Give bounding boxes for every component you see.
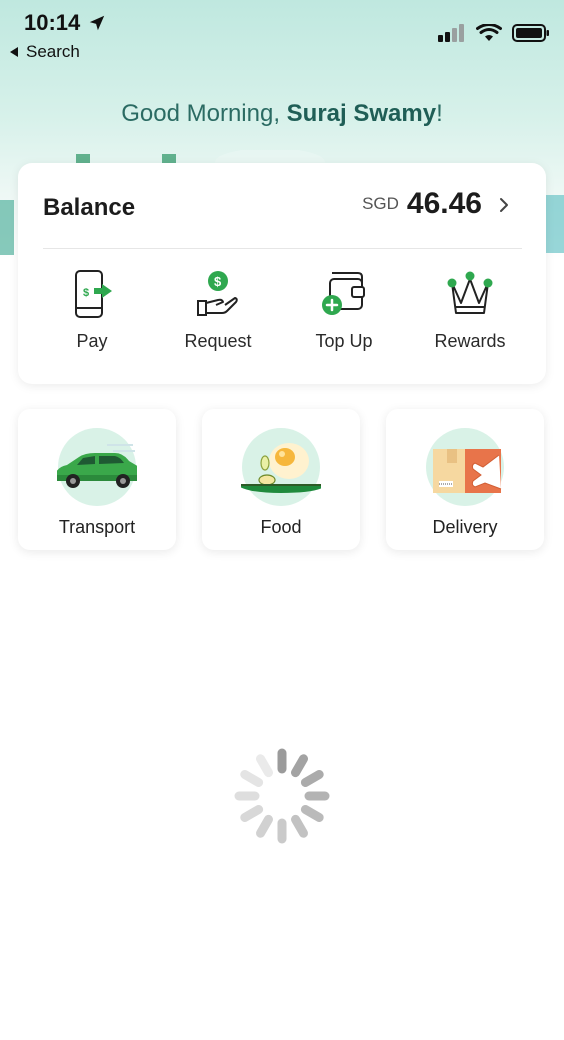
location-arrow-icon (89, 15, 105, 31)
chevron-right-icon[interactable] (498, 196, 510, 214)
car-icon (57, 428, 137, 506)
balance-amount-link[interactable]: SGD 46.46 (362, 187, 482, 221)
back-triangle-icon (10, 47, 18, 57)
user-name: Suraj Swamy (286, 100, 437, 127)
top-up-wallet-icon (322, 272, 365, 315)
wallet-actions: $ Pay $ Request Top Up Rewards (18, 269, 546, 369)
food-label: Food (260, 517, 302, 537)
delivery-label: Delivery (432, 517, 498, 537)
wifi-icon (476, 24, 502, 41)
battery-icon (512, 24, 549, 42)
greeting-prefix: Good Morning, (121, 100, 287, 127)
pay-phone-icon: $ (75, 270, 112, 318)
transport-tile[interactable]: Transport (18, 409, 176, 550)
greeting-suffix: ! (436, 100, 443, 127)
loading-spinner-icon (234, 748, 330, 844)
svg-text:$: $ (214, 274, 222, 289)
food-plate-icon (241, 428, 321, 506)
food-tile[interactable]: Food (202, 409, 360, 550)
crown-icon (447, 271, 493, 314)
top-up-label: Top Up (315, 331, 373, 351)
delivery-tile[interactable]: Delivery (386, 409, 544, 550)
greeting-text: Good Morning, Suraj Swamy! (0, 100, 564, 128)
pay-button[interactable]: $ Pay (29, 269, 155, 359)
balance-label: Balance (43, 194, 136, 221)
clock-time: 10:14 (24, 10, 81, 35)
package-icon (426, 428, 504, 506)
request-label: Request (184, 331, 252, 351)
status-bar: 10:14 Search (0, 0, 564, 70)
cellular-signal-icon (438, 24, 464, 42)
back-link-label: Search (26, 42, 80, 61)
status-indicators (438, 24, 550, 42)
rewards-button[interactable]: Rewards (407, 269, 533, 359)
top-up-button[interactable]: Top Up (281, 269, 407, 359)
currency-code: SGD (362, 194, 399, 213)
divider (43, 248, 522, 249)
balance-card: Balance SGD 46.46 $ Pay $ Request Top Up… (18, 163, 546, 384)
pay-label: Pay (76, 331, 108, 351)
transport-label: Transport (58, 517, 136, 537)
svg-text:$: $ (83, 287, 89, 299)
request-hand-icon: $ (197, 271, 238, 316)
back-to-search-link[interactable]: Search (8, 42, 80, 62)
balance-amount: 46.46 (406, 187, 482, 220)
rewards-label: Rewards (434, 331, 506, 351)
request-button[interactable]: $ Request (155, 269, 281, 359)
